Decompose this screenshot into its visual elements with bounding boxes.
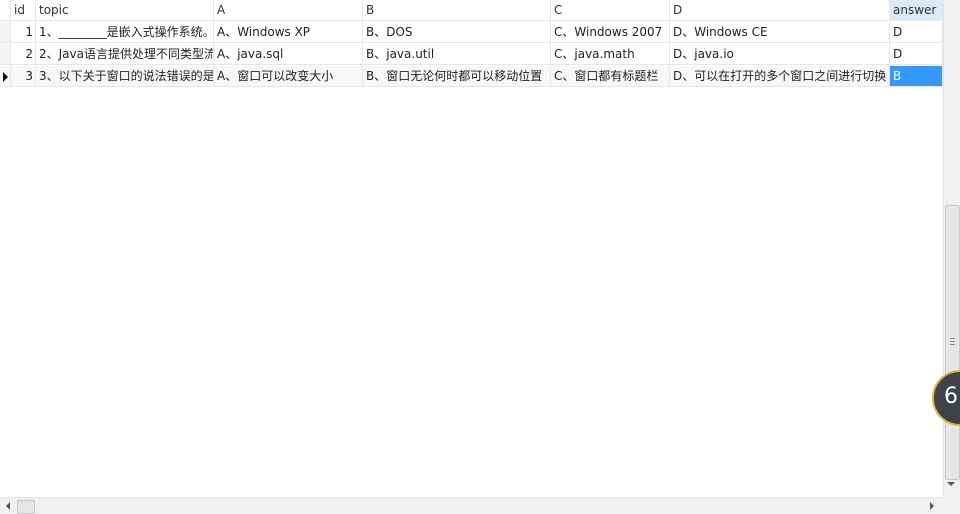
floating-badge-label: 6 bbox=[944, 384, 958, 409]
row-indicator[interactable] bbox=[0, 44, 11, 65]
cell-answer-selected[interactable]: B bbox=[890, 66, 943, 87]
column-header-topic[interactable]: topic bbox=[36, 0, 214, 21]
cell-c[interactable]: C、窗口都有标题栏 bbox=[551, 66, 670, 87]
cell-id[interactable]: 1 bbox=[11, 22, 36, 43]
cell-d[interactable]: D、可以在打开的多个窗口之间进行切换 bbox=[670, 66, 890, 87]
cell-id[interactable]: 3 bbox=[11, 66, 36, 87]
data-grid[interactable]: id topic A B C D answer 1 1、________是嵌入式… bbox=[0, 0, 943, 497]
row-indicator[interactable] bbox=[0, 66, 11, 87]
horizontal-scrollbar[interactable] bbox=[0, 497, 943, 514]
scrollbar-corner bbox=[943, 497, 960, 514]
column-header-a[interactable]: A bbox=[214, 0, 363, 21]
cell-a[interactable]: A、java.sql bbox=[214, 44, 363, 65]
header-row: id topic A B C D answer bbox=[0, 0, 943, 22]
cell-answer[interactable]: D bbox=[890, 22, 943, 43]
cell-b[interactable]: B、窗口无论何时都可以移动位置 bbox=[363, 66, 551, 87]
cell-topic[interactable]: 2、Java语言提供处理不同类型流 bbox=[36, 44, 214, 65]
grip-icon bbox=[950, 338, 955, 345]
scroll-left-arrow-icon[interactable] bbox=[6, 502, 10, 510]
scroll-right-arrow-icon[interactable] bbox=[930, 502, 934, 510]
cell-d[interactable]: D、java.io bbox=[670, 44, 890, 65]
scroll-down-arrow-icon[interactable] bbox=[947, 482, 955, 486]
column-header-b[interactable]: B bbox=[363, 0, 551, 21]
horizontal-scroll-thumb[interactable] bbox=[17, 500, 35, 514]
table-row[interactable]: 2 2、Java语言提供处理不同类型流 A、java.sql B、java.ut… bbox=[0, 44, 943, 66]
table-row-selected[interactable]: 3 3、以下关于窗口的说法错误的是 A、窗口可以改变大小 B、窗口无论何时都可以… bbox=[0, 66, 943, 88]
header-indicator bbox=[0, 0, 11, 21]
column-header-id[interactable]: id bbox=[11, 0, 36, 21]
row-indicator[interactable] bbox=[0, 22, 11, 43]
cell-c[interactable]: C、Windows 2007 bbox=[551, 22, 670, 43]
cell-topic[interactable]: 3、以下关于窗口的说法错误的是 bbox=[36, 66, 214, 87]
cell-b[interactable]: B、DOS bbox=[363, 22, 551, 43]
cell-a[interactable]: A、窗口可以改变大小 bbox=[214, 66, 363, 87]
column-header-c[interactable]: C bbox=[551, 0, 670, 21]
column-header-d[interactable]: D bbox=[670, 0, 890, 21]
cell-id[interactable]: 2 bbox=[11, 44, 36, 65]
cell-b[interactable]: B、java.util bbox=[363, 44, 551, 65]
cell-answer[interactable]: D bbox=[890, 44, 943, 65]
cell-d[interactable]: D、Windows CE bbox=[670, 22, 890, 43]
column-header-answer[interactable]: answer bbox=[890, 0, 943, 21]
vertical-scroll-thumb[interactable] bbox=[945, 205, 960, 480]
current-row-pointer-icon bbox=[3, 72, 8, 82]
cell-c[interactable]: C、java.math bbox=[551, 44, 670, 65]
cell-a[interactable]: A、Windows XP bbox=[214, 22, 363, 43]
table-row[interactable]: 1 1、________是嵌入式操作系统。 A、Windows XP B、DOS… bbox=[0, 22, 943, 44]
cell-topic[interactable]: 1、________是嵌入式操作系统。 bbox=[36, 22, 214, 43]
